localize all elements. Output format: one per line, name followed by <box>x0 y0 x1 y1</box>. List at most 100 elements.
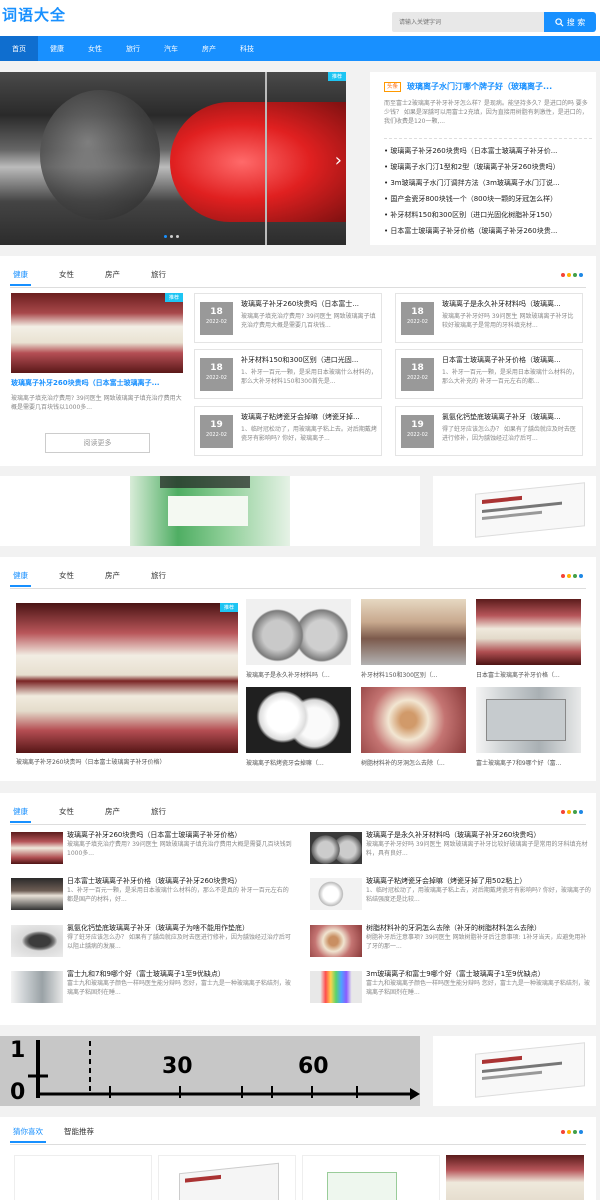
tab-women[interactable]: 女性 <box>56 567 77 585</box>
gallery-thumb[interactable] <box>361 599 466 665</box>
tab-health[interactable]: 健康 <box>10 567 31 587</box>
gallery-caption[interactable]: 玻璃离子是永久补牙材料吗（... <box>246 670 351 679</box>
list-desc: 得了蛀牙应该怎么办？ 如果有了龋齿就应及时去医进行修补，因为龋蚀经过治疗后可以阻… <box>67 934 291 950</box>
list-item[interactable]: 3m玻璃离子和富士9哪个好（富士玻璃离子1至9优缺点） 富士九和玻璃离子颜色一样… <box>310 969 592 1005</box>
list-item[interactable]: 玻璃离子粘烤瓷牙会掉嘛（烤瓷牙掉了用502粘上） 1、临时冠松动了，用玻璃离子粘… <box>310 876 592 912</box>
headline-list-item[interactable]: • 日本富士玻璃离子补牙价格（玻璃离子补牙260块贵... <box>384 223 592 239</box>
recommend-thumb[interactable] <box>446 1155 584 1200</box>
card-desc: 玻璃离子填充治疗费用? 39问医生 网致玻璃离子填充治疗费用大概是需要几百块钱.… <box>241 313 376 329</box>
more-dots-icon[interactable] <box>561 273 583 277</box>
gallery-caption[interactable]: 补牙材料150和300区别（... <box>361 670 466 679</box>
section-tabs: 健康 女性 房产 旅行 <box>10 803 586 825</box>
feature-title[interactable]: 玻璃离子补牙260块贵吗（日本富士玻璃离子... <box>11 378 183 388</box>
header: 词语大全 搜 索 <box>0 0 600 36</box>
feature-image[interactable]: 推荐 <box>11 293 183 373</box>
headline-list-item[interactable]: • 补牙材料150和300区别（进口光固化树脂补牙150） <box>384 207 592 223</box>
list-item[interactable]: 日本富士玻璃离子补牙价格（玻璃离子补牙260块贵吗） 1、补牙一百元一颗，是采用… <box>11 876 293 912</box>
hero-badge: 推荐 <box>327 72 346 81</box>
tab-travel[interactable]: 旅行 <box>148 266 169 284</box>
ruler-label: 60 <box>298 1054 329 1079</box>
list-thumb <box>310 971 362 1003</box>
nav-home[interactable]: 首页 <box>0 36 38 61</box>
tab-smart-recommend[interactable]: 智能推荐 <box>61 1123 97 1141</box>
article-card[interactable]: 18 2022-02 玻璃离子补牙260块贵吗（日本富士... 玻璃离子填充治疗费… <box>194 293 382 343</box>
gallery-caption[interactable]: 树脂材料补的牙洞怎么去除（... <box>361 758 466 767</box>
headline-list-item[interactable]: • 玻璃离子水门汀1型和2型（玻璃离子补牙260块贵吗） <box>384 159 592 175</box>
article-card[interactable]: 19 2022-02 玻璃离子粘烤瓷牙会掉嘛（烤瓷牙掉... 1、临时冠松动了，用… <box>194 406 382 456</box>
more-dots-icon[interactable] <box>561 1130 583 1134</box>
tab-travel[interactable]: 旅行 <box>148 567 169 585</box>
gallery-thumb[interactable] <box>476 687 581 753</box>
nav-health[interactable]: 健康 <box>38 36 76 61</box>
tab-guess-you-like[interactable]: 猜你喜欢 <box>10 1123 46 1143</box>
list-item[interactable]: 玻璃离子补牙260块贵吗（日本富士玻璃离子补牙价格） 玻璃离子填充治疗费用? 3… <box>11 830 293 866</box>
section-gallery: 健康 女性 房产 旅行 推荐 玻璃离子补牙260块贵吗（日本富士玻璃离子补牙价格） 玻… <box>0 557 596 781</box>
article-card[interactable]: 18 2022-02 补牙材料150和300区别（进口光固... 1、补牙一百元一… <box>194 349 382 399</box>
gallery-caption[interactable]: 玻璃离子粘烤瓷牙会掉嘛（... <box>246 758 351 767</box>
gallery-caption[interactable]: 日本富士玻璃离子补牙价格（... <box>476 670 581 679</box>
list-item[interactable]: 树脂材料补的牙洞怎么去除（补牙的树脂材料怎么去除） 树脂补牙后注意事项? 39问… <box>310 923 592 959</box>
gallery-thumb[interactable] <box>361 687 466 753</box>
headline-list: • 玻璃离子补牙260块贵吗（日本富士玻璃离子补牙价... • 玻璃离子水门汀1… <box>384 143 592 239</box>
headline-panel: 头条 玻璃离子水门汀哪个牌子好（玻璃离子... 而至富士2玻璃离子补牙补牙怎么样… <box>370 72 596 245</box>
card-desc: 得了蛀牙应该怎么办？ 如果有了龋齿就应及时去医进行修补，因为龋蚀经过治疗后可..… <box>442 426 576 442</box>
article-card[interactable]: 18 2022-02 玻璃离子是永久补牙材料吗（玻璃离... 玻璃离子补牙好吗 3… <box>395 293 583 343</box>
headline-divider <box>384 138 592 139</box>
ruler-label: 30 <box>162 1054 193 1079</box>
recommend-thumb[interactable] <box>158 1155 296 1200</box>
gallery-thumb[interactable] <box>246 687 351 753</box>
nav-travel[interactable]: 旅行 <box>114 36 152 61</box>
list-title: 树脂材料补的牙洞怎么去除（补牙的树脂材料怎么去除） <box>366 924 541 932</box>
ruler-label: 0 <box>10 1080 26 1105</box>
ad-banner-ruler[interactable]: 1 0 30 60 <box>0 1036 420 1106</box>
list-thumb <box>11 878 63 910</box>
gallery-thumb[interactable] <box>476 599 581 665</box>
carousel-next-icon[interactable]: › <box>335 150 342 171</box>
recommend-thumb[interactable] <box>302 1155 440 1200</box>
tab-realestate[interactable]: 房产 <box>102 266 123 284</box>
gallery-feature-caption[interactable]: 玻璃离子补牙260块贵吗（日本富士玻璃离子补牙价格） <box>16 757 238 766</box>
card-title: 日本富士玻璃离子补牙价格（玻璃离... <box>442 356 561 364</box>
list-desc: 富士九和玻璃离子颜色一样吗医生能分辩吗 您好，富士九是一种玻璃离子粘结剂，玻璃离… <box>67 980 291 996</box>
gallery-feature-image[interactable]: 推荐 <box>16 603 238 753</box>
article-card[interactable]: 19 2022-02 氯氨化钙垫底玻璃离子补牙（玻璃离... 得了蛀牙应该怎么办？… <box>395 406 583 456</box>
more-dots-icon[interactable] <box>561 810 583 814</box>
nav-realestate[interactable]: 房产 <box>190 36 228 61</box>
list-item[interactable]: 玻璃离子是永久补牙材料吗（玻璃离子补牙260块贵吗） 玻璃离子补牙好吗 39问医… <box>310 830 592 866</box>
gallery-thumb[interactable] <box>246 599 351 665</box>
tab-women[interactable]: 女性 <box>56 803 77 821</box>
hero-carousel[interactable]: 推荐 › <box>0 72 346 245</box>
more-dots-icon[interactable] <box>561 574 583 578</box>
list-title: 日本富士玻璃离子补牙价格（玻璃离子补牙260块贵吗） <box>67 877 242 885</box>
list-title: 富士九和7和9哪个好（富士玻璃离子1至9优缺点） <box>67 970 225 978</box>
ad-banner-left[interactable] <box>0 476 420 546</box>
ad-banner-right[interactable] <box>433 476 596 546</box>
search-button[interactable]: 搜 索 <box>544 12 596 32</box>
section-tabs: 健康 女性 房产 旅行 <box>10 266 586 288</box>
nav-car[interactable]: 汽车 <box>152 36 190 61</box>
headline-list-item[interactable]: • 国产金瓷牙800块钱一个（800块一颗的牙冠怎么样） <box>384 191 592 207</box>
headline-title[interactable]: 玻璃离子水门汀哪个牌子好（玻璃离子... <box>407 81 593 92</box>
site-logo[interactable]: 词语大全 <box>2 4 66 25</box>
tab-women[interactable]: 女性 <box>56 266 77 284</box>
list-title: 玻璃离子是永久补牙材料吗（玻璃离子补牙260块贵吗） <box>366 831 541 839</box>
list-item[interactable]: 富士九和7和9哪个好（富士玻璃离子1至9优缺点） 富士九和玻璃离子颜色一样吗医生… <box>11 969 293 1005</box>
headline-list-item[interactable]: • 玻璃离子补牙260块贵吗（日本富士玻璃离子补牙价... <box>384 143 592 159</box>
headline-list-item[interactable]: • 3m玻璃离子水门汀调拌方法（3m玻璃离子水门汀说... <box>384 175 592 191</box>
read-more-button[interactable]: 阅读更多 <box>45 433 150 453</box>
nav-women[interactable]: 女性 <box>76 36 114 61</box>
gallery-caption[interactable]: 富士玻璃离子7和9哪个好（富... <box>476 758 581 767</box>
article-card[interactable]: 18 2022-02 日本富士玻璃离子补牙价格（玻璃离... 1、补牙一百元一颗，… <box>395 349 583 399</box>
tab-health[interactable]: 健康 <box>10 803 31 823</box>
nav-tech[interactable]: 科技 <box>228 36 266 61</box>
recommend-thumb[interactable] <box>14 1155 152 1200</box>
ad-banner-right[interactable] <box>433 1036 596 1106</box>
date-badge: 18 2022-02 <box>200 302 233 335</box>
tab-health[interactable]: 健康 <box>10 266 31 286</box>
list-desc: 树脂补牙后注意事项? 39问医生 网致树脂补牙后注意事项: 1补牙当天，应避免用… <box>366 934 587 950</box>
list-item[interactable]: 氯氨化钙垫底玻璃离子补牙（玻璃离子为啥不能用作垫底） 得了蛀牙应该怎么办？ 如果… <box>11 923 293 959</box>
tab-travel[interactable]: 旅行 <box>148 803 169 821</box>
tab-realestate[interactable]: 房产 <box>102 803 123 821</box>
search-input[interactable] <box>392 12 544 32</box>
tab-realestate[interactable]: 房产 <box>102 567 123 585</box>
